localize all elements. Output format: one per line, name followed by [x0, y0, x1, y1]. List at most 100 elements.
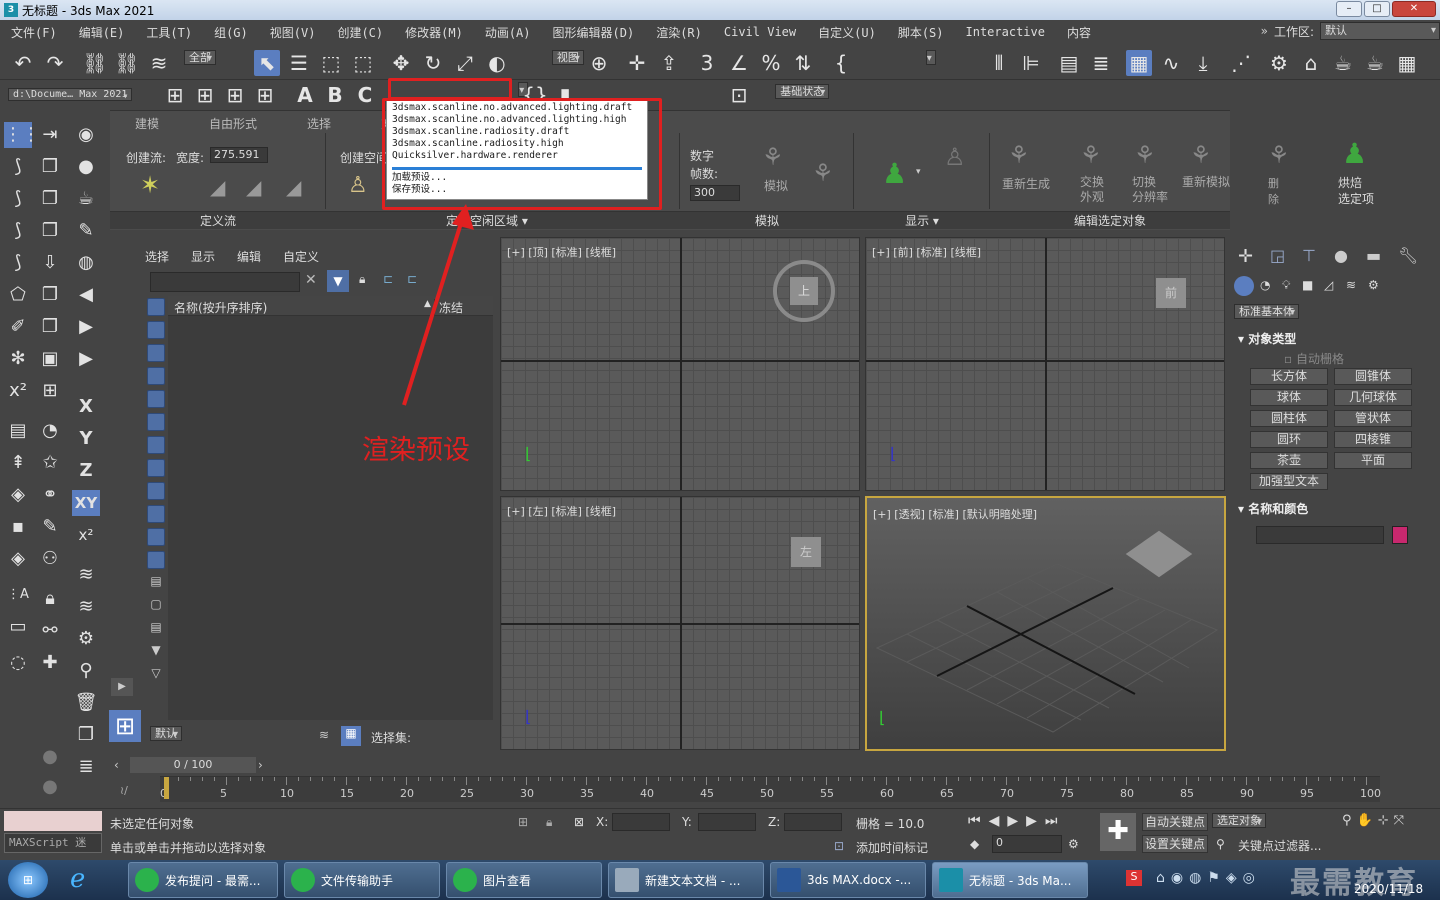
close-button[interactable]: ✕: [1392, 1, 1436, 17]
state-sets-select[interactable]: 基础状态: [775, 84, 830, 99]
object-type-header[interactable]: ▾ 对象类型: [1238, 330, 1296, 347]
xy-transform-icon[interactable]: x²: [4, 378, 32, 404]
layer-explorer-icon[interactable]: ≣: [1088, 50, 1114, 76]
x-axis-icon[interactable]: X: [72, 394, 100, 420]
open-project-icon[interactable]: ⊞: [192, 82, 218, 108]
scale-icon[interactable]: ⤢: [452, 50, 478, 76]
display-ghost-icon[interactable]: ♙: [944, 143, 966, 171]
sound-icon[interactable]: ◀: [72, 282, 100, 308]
schematic-view-icon[interactable]: ⋰: [1228, 50, 1254, 76]
add-time-tag[interactable]: 添加时间标记: [856, 839, 928, 856]
text-tool-icon[interactable]: A: [292, 82, 318, 108]
shapes-icon[interactable]: ◔: [1260, 278, 1270, 292]
curve-icon[interactable]: ≀∕: [120, 784, 128, 797]
menu-view[interactable]: 视图(V): [259, 24, 327, 41]
viewport-layout-icon[interactable]: ⊞: [109, 710, 141, 742]
set-key-button[interactable]: 设置关键点: [1142, 835, 1208, 853]
clone-icon[interactable]: ❐: [36, 186, 64, 212]
key-filter-icon[interactable]: ⚲: [1216, 837, 1225, 851]
filter-icon[interactable]: ▼: [327, 270, 349, 292]
layer-select[interactable]: 默认: [150, 726, 182, 741]
resimulate-icon[interactable]: ⚘: [1190, 141, 1212, 169]
regenerate-icon[interactable]: ⚘: [1008, 141, 1030, 169]
menu-civil-view[interactable]: Civil View: [713, 25, 807, 39]
width-input[interactable]: 275.591: [210, 147, 268, 163]
link-icon[interactable]: ⛓: [82, 50, 108, 76]
align-icon[interactable]: ⊫: [1018, 50, 1044, 76]
isolate-icon[interactable]: ⊞: [518, 815, 528, 829]
dotted-circle-icon[interactable]: ◌: [4, 650, 32, 676]
menu-customize[interactable]: 自定义(U): [807, 24, 887, 41]
key-filters-button[interactable]: 关键点过滤器...: [1238, 837, 1321, 854]
stack-two-icon[interactable]: ≋: [72, 594, 100, 620]
filter-lights-icon[interactable]: [147, 344, 165, 362]
sphere-button[interactable]: 球体: [1250, 389, 1328, 406]
selection-filter-select[interactable]: 全部: [184, 50, 216, 65]
filter-cameras-icon[interactable]: [147, 367, 165, 385]
spinner-snap-icon[interactable]: ⇅: [790, 50, 816, 76]
tab-selection[interactable]: 选择: [282, 111, 356, 133]
name-color-header[interactable]: ▾ 名称和颜色: [1238, 500, 1308, 517]
stack-icon[interactable]: ❐: [36, 282, 64, 308]
viewcube-left-icon[interactable]: 左: [791, 537, 821, 567]
display-dropdown-icon[interactable]: ▾: [916, 167, 921, 177]
move-icon[interactable]: ✥: [388, 50, 414, 76]
display-footer[interactable]: 显示 ▾: [854, 211, 990, 229]
ie-icon[interactable]: ℯ: [70, 864, 85, 894]
filter-visible-icon[interactable]: [147, 551, 165, 569]
text-plus-button[interactable]: 加强型文本: [1250, 473, 1328, 490]
object-color-swatch[interactable]: [1392, 526, 1408, 544]
plus-move-icon[interactable]: ✚: [36, 650, 64, 676]
viewcube-front-icon[interactable]: 前: [1156, 278, 1186, 308]
display-figure-icon[interactable]: ♟: [882, 157, 907, 190]
brush-icon[interactable]: ✐: [4, 314, 32, 340]
geometry-icon[interactable]: [1234, 276, 1254, 296]
layer-stack-btn-icon[interactable]: ≋: [319, 728, 329, 742]
c-tool-icon[interactable]: C: [352, 82, 378, 108]
filter-shapes-icon[interactable]: [147, 321, 165, 339]
menu-graph-editors[interactable]: 图形编辑器(D): [542, 24, 646, 41]
lock-icon[interactable]: 🔒︎: [36, 586, 64, 612]
xy-plane-icon[interactable]: XY: [72, 490, 100, 516]
spline-icon[interactable]: ⟆: [4, 250, 32, 276]
scene-tab-select[interactable]: 选择: [145, 248, 169, 265]
menu-tools[interactable]: 工具(T): [135, 24, 203, 41]
time-next-icon[interactable]: ›: [258, 758, 263, 772]
y-coordinate-input[interactable]: [698, 813, 756, 831]
bend-icon[interactable]: ◔: [36, 418, 64, 444]
time-config-icon[interactable]: ⚙: [1068, 837, 1079, 851]
snaps-icon[interactable]: 3: [694, 50, 720, 76]
minimize-button[interactable]: –: [1336, 1, 1362, 17]
xy-constraint-icon[interactable]: x²: [72, 522, 100, 548]
bold-tool-icon[interactable]: B: [322, 82, 348, 108]
pen-icon[interactable]: ✎: [72, 218, 100, 244]
time-ruler[interactable]: 0510152025303540455055606570758085909510…: [160, 776, 1381, 802]
tab-freeform[interactable]: 自由形式: [184, 111, 282, 133]
trash-icon[interactable]: 🗑︎: [72, 690, 100, 716]
motion-tab-icon[interactable]: ●: [1334, 246, 1348, 265]
unlink-icon[interactable]: ⛓: [114, 50, 140, 76]
workspace-select[interactable]: 默认: [1320, 22, 1440, 40]
menu-edit[interactable]: 编辑(E): [68, 24, 136, 41]
scene-tab-customize[interactable]: 自定义: [283, 248, 319, 265]
bind-space-warp-icon[interactable]: ≋: [146, 50, 172, 76]
selection-lock-icon[interactable]: 🔒︎: [546, 815, 552, 830]
set-key-icon[interactable]: ✚: [1100, 813, 1136, 851]
scene-search-input[interactable]: [150, 272, 300, 292]
playback-controls-icon[interactable]: ⏮◀▶▶⏭: [968, 813, 1066, 829]
angle-snap-icon[interactable]: ∠: [726, 50, 752, 76]
menu-rendering[interactable]: 渲染(R): [645, 24, 713, 41]
hierarchy-tab-icon[interactable]: ⊤: [1302, 246, 1316, 265]
switch-resolution-icon[interactable]: ⚘: [1134, 141, 1156, 169]
hierarchy-icon[interactable]: ⊞: [36, 378, 64, 404]
helpers-icon[interactable]: ◿: [1324, 278, 1333, 292]
z-axis-icon[interactable]: Z: [72, 458, 100, 484]
curve-editor-icon[interactable]: ∿: [1158, 50, 1184, 76]
menu-scripting[interactable]: 脚本(S): [887, 24, 955, 41]
delete-icon[interactable]: ⚘: [1268, 141, 1290, 169]
time-cursor[interactable]: [164, 777, 169, 799]
ribbon-toggle-icon[interactable]: ▦: [1126, 50, 1152, 76]
state-sets-icon[interactable]: ⊡: [726, 82, 752, 108]
filter-particles-icon[interactable]: [147, 528, 165, 546]
polygon-icon[interactable]: ⬠: [4, 282, 32, 308]
